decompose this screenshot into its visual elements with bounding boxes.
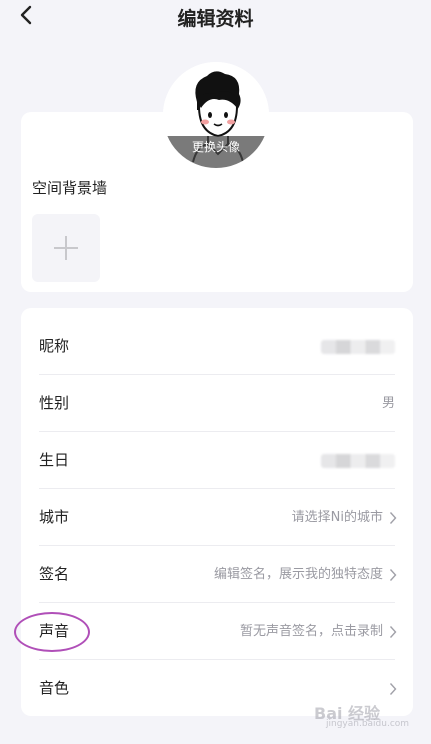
signature-value: 编辑签名，展示我的独特态度: [213, 567, 383, 582]
chevron-right-icon: [389, 569, 397, 581]
top-bar: 编辑资料: [0, 0, 431, 34]
birthday-value-blurred: [321, 454, 395, 468]
row-label: 生日: [39, 451, 70, 469]
row-birthday[interactable]: 生日: [21, 432, 413, 489]
profile-info-card: 昵称 性别 男 生日 城市 请选择Ni的城市 签名 编辑签名，展示我的独特态度 …: [21, 308, 413, 716]
row-nickname[interactable]: 昵称: [21, 318, 413, 375]
row-city[interactable]: 城市 请选择Ni的城市: [21, 489, 413, 546]
nickname-value-blurred: [321, 340, 395, 354]
gender-value: 男: [381, 396, 395, 411]
annotation-circle: [14, 612, 90, 652]
background-wall-label: 空间背景墙: [32, 179, 108, 197]
voice-value: 暂无声音签名，点击录制: [239, 624, 383, 639]
page-title: 编辑资料: [177, 8, 254, 30]
avatar[interactable]: 更换头像: [163, 62, 269, 168]
change-avatar-label[interactable]: 更换头像: [163, 136, 269, 168]
row-gender[interactable]: 性别 男: [21, 375, 413, 432]
watermark-url: jingyan.baidu.com: [326, 719, 410, 729]
city-value: 请选择Ni的城市: [291, 510, 383, 525]
chevron-right-icon: [389, 626, 397, 638]
row-label: 签名: [39, 565, 70, 583]
row-label: 城市: [39, 508, 70, 526]
row-label: 音色: [39, 679, 70, 697]
chevron-right-icon: [389, 683, 397, 695]
chevron-right-icon: [389, 512, 397, 524]
row-signature[interactable]: 签名 编辑签名，展示我的独特态度: [21, 546, 413, 603]
row-label: 性别: [39, 394, 70, 412]
add-background-button[interactable]: [32, 214, 100, 282]
row-label: 昵称: [39, 337, 70, 355]
